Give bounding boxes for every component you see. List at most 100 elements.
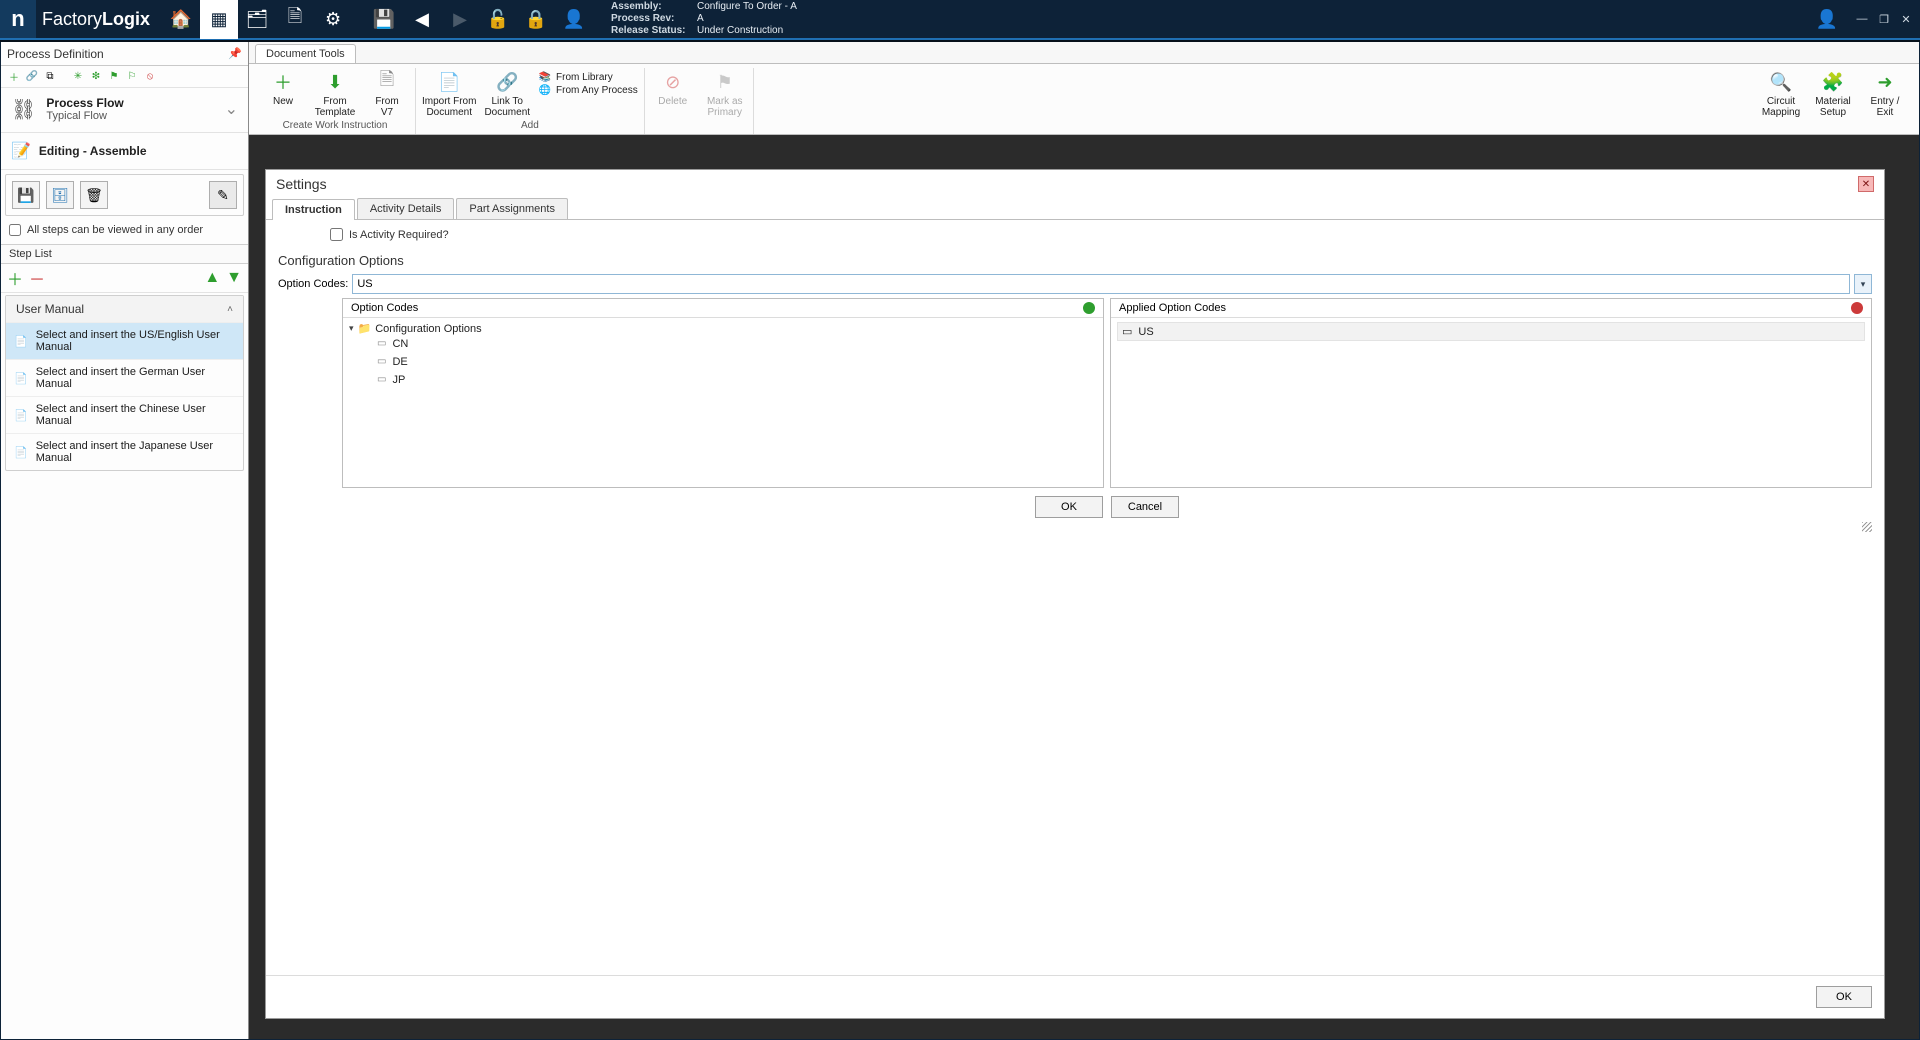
add-icon[interactable]: ＋ [7,70,21,84]
entry-exit-icon: ➜ [1873,70,1897,94]
ribbon-new-label: New [273,96,293,107]
back-icon[interactable]: ◀ [403,0,441,39]
window-restore[interactable]: ❐ [1876,13,1892,26]
ribbon-from-v7[interactable]: 🗎 From V7 [365,68,409,118]
leaf-icon[interactable]: ❇ [89,70,103,84]
tab-part-assignments[interactable]: Part Assignments [456,198,568,219]
ribbon-link-to-doc[interactable]: 🔗 Link To Document [484,68,530,118]
ribbon-import-from-doc-label: Import From Document [422,96,476,118]
lock-icon[interactable]: 🔒 [517,0,555,39]
ribbon-from-any-process[interactable]: 🌐From Any Process [538,85,638,96]
tree-item[interactable]: ▭CN [349,335,1097,353]
unlock-icon[interactable]: 🔓 [479,0,517,39]
tab-activity-details[interactable]: Activity Details [357,198,455,219]
user-tree-icon[interactable]: 👤 [555,0,593,39]
applied-item-label: US [1138,326,1153,338]
main-area: Process Definition 📌 ＋ 🔗 ⧉ ✳ ❇ ⚑ ⚐ ⦸ ⛓ P… [0,42,1920,1040]
process-flow-block[interactable]: ⛓ Process Flow Typical Flow ⌄ [1,88,248,133]
brand-part2: Logix [102,9,150,30]
tree-item[interactable]: ▭JP [349,371,1097,389]
right-panel: Document Tools ＋ New ⬇ From Template 🗎 F… [249,42,1919,1039]
left-panel-title: Process Definition [7,47,104,61]
puzzle-icon[interactable]: ✳ [71,70,85,84]
flag-in-icon[interactable]: ⚑ [107,70,121,84]
stack-icon[interactable]: 🗂 [238,0,276,39]
option-codes-dropdown-icon[interactable]: ▾ [1854,274,1872,294]
ok-button[interactable]: OK [1035,496,1103,518]
ribbon-from-v7-label: From V7 [375,96,398,118]
ribbon-tab-document-tools[interactable]: Document Tools [255,44,356,63]
ribbon-delete: ⊘ Delete [651,68,695,107]
step-up-icon[interactable]: ▲ [204,269,220,287]
option-codes-input[interactable] [352,274,1850,294]
anyorder-label: All steps can be viewed in any order [27,224,203,236]
process-editor-icon[interactable]: ▦ [200,0,238,39]
window-minimize[interactable]: — [1854,13,1870,25]
ribbon-from-library[interactable]: 📚From Library [538,72,638,83]
ribbon-entry-exit[interactable]: ➜ Entry / Exit [1863,68,1907,118]
step-down-icon[interactable]: ▼ [226,269,242,287]
chevron-up-icon: ˄ [227,304,233,315]
step-item[interactable]: 📄 Select and insert the Chinese User Man… [6,396,243,433]
meta-rev-v: A [697,13,704,25]
save-icon[interactable]: 💾 [365,0,403,39]
tree-root[interactable]: ▾ 📁 Configuration Options [349,322,1097,335]
flow-dropdown-icon[interactable]: ⌄ [225,99,238,119]
globe-icon: 🌐 [538,85,552,96]
ribbon-material-setup[interactable]: 🧩 Material Setup [1811,68,1855,118]
tb-save-icon[interactable]: 💾 [12,181,40,209]
settings-panel: Settings ✕ Instruction Activity Details … [265,169,1885,1019]
anyorder-row[interactable]: All steps can be viewed in any order [1,220,248,245]
step-remove-icon[interactable]: － [29,266,45,290]
add-option-icon[interactable] [1083,302,1095,314]
tab-instruction[interactable]: Instruction [272,199,355,220]
title-bar: n FactoryLogix 🏠 ▦ 🗂 🗎 ⚙ 💾 ◀ ▶ 🔓 🔒 👤 Ass… [0,0,1920,40]
tag-icon: ▭ [1122,325,1132,338]
ribbon-new[interactable]: ＋ New [261,68,305,107]
ribbon-import-from-doc[interactable]: 📄 Import From Document [422,68,476,118]
pin-icon[interactable]: 📌 [228,47,242,60]
step-item[interactable]: 📄 Select and insert the US/English User … [6,322,243,359]
copy-icon[interactable]: ⧉ [43,70,57,84]
tb-save-blue-icon[interactable]: 🗄 [46,181,74,209]
applied-item[interactable]: ▭ US [1117,322,1865,341]
tb-trash-icon[interactable]: 🗑 [80,181,108,209]
tree-collapse-icon[interactable]: ▾ [349,323,354,334]
resize-grip-icon[interactable] [1862,522,1872,532]
tb-edit-icon[interactable]: ✎ [209,181,237,209]
step-label: Select and insert the Chinese User Manua… [36,403,235,427]
ribbon-from-template-label: From Template [315,96,356,118]
home-icon[interactable]: 🏠 [162,0,200,39]
flow-title: Process Flow [46,96,123,110]
editing-icon: 📝 [11,141,31,161]
chain-icon[interactable]: 🔗 [25,70,39,84]
ribbon-from-template[interactable]: ⬇ From Template [313,68,357,118]
window-close[interactable]: ✕ [1898,13,1914,26]
is-activity-required-checkbox[interactable] [330,228,343,241]
is-activity-required-row[interactable]: Is Activity Required? [278,226,1872,251]
tag-icon: ▭ [377,353,386,371]
tree-item[interactable]: ▭DE [349,353,1097,371]
forward-icon[interactable]: ▶ [441,0,479,39]
user-icon[interactable]: 👤 [1816,9,1838,30]
settings-close-icon[interactable]: ✕ [1858,176,1874,192]
anyorder-checkbox[interactable] [9,224,21,236]
step-item[interactable]: 📄 Select and insert the German User Manu… [6,359,243,396]
remove-icon[interactable]: ⦸ [143,70,157,84]
step-item[interactable]: 📄 Select and insert the Japanese User Ma… [6,433,243,470]
flag-out-icon[interactable]: ⚐ [125,70,139,84]
download-circle-icon: ⬇ [323,70,347,94]
editing-label: Editing - Assemble [39,144,147,158]
tree-item-label: CN [392,335,408,353]
step-label: Select and insert the Japanese User Manu… [36,440,235,464]
cancel-button[interactable]: Cancel [1111,496,1179,518]
usermanual-header[interactable]: User Manual ˄ [6,296,243,322]
remove-option-icon[interactable] [1851,302,1863,314]
report-icon[interactable]: 🗎 [276,0,314,39]
ribbon-circuit-mapping[interactable]: 🔍 Circuit Mapping [1759,68,1803,118]
is-activity-required-label: Is Activity Required? [349,229,449,241]
step-add-icon[interactable]: ＋ [7,266,23,290]
window-controls: 👤 — ❐ ✕ [1816,0,1920,38]
gear-icon[interactable]: ⚙ [314,0,352,39]
panel-ok-button[interactable]: OK [1816,986,1872,1008]
